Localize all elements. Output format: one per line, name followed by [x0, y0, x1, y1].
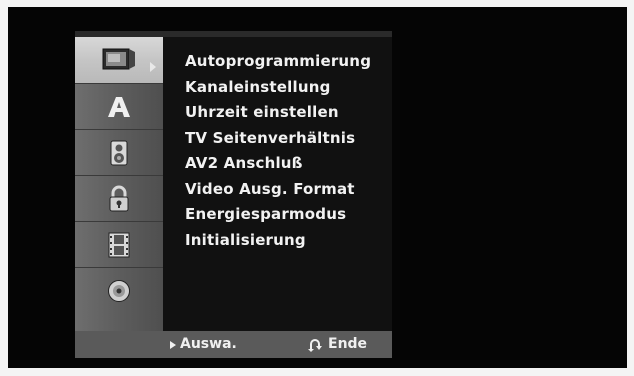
category-disc[interactable]: [75, 267, 163, 314]
menu-items: Autoprogrammierung Kanaleinstellung Uhrz…: [185, 49, 371, 253]
footer-hint-bar: Auswa. Ende: [75, 331, 392, 358]
category-sidebar: [75, 37, 163, 331]
category-general[interactable]: [75, 37, 163, 83]
menu-item-uhrzeit-einstellen[interactable]: Uhrzeit einstellen: [185, 100, 371, 126]
menu-item-kanaleinstellung[interactable]: Kanaleinstellung: [185, 75, 371, 101]
menu-item-av2-anschluss[interactable]: AV2 Anschluß: [185, 151, 371, 177]
menu-item-energiesparmodus[interactable]: Energiesparmodus: [185, 202, 371, 228]
return-icon: [307, 338, 325, 352]
monitor-icon: [102, 47, 136, 73]
menu-item-initialisierung[interactable]: Initialisierung: [185, 228, 371, 254]
end-hint: Ende: [307, 331, 367, 358]
menu-item-video-ausg-format[interactable]: Video Ausg. Format: [185, 177, 371, 203]
setup-menu: Autoprogrammierung Kanaleinstellung Uhrz…: [75, 31, 392, 331]
film-icon: [108, 232, 130, 258]
language-a-icon: [107, 95, 131, 119]
select-hint-label: Auswa.: [180, 336, 237, 352]
select-hint: Auswa.: [170, 331, 237, 358]
category-recording[interactable]: [75, 221, 163, 268]
category-audio[interactable]: [75, 129, 163, 176]
tv-screen: Autoprogrammierung Kanaleinstellung Uhrz…: [8, 7, 627, 368]
submenu-arrow-icon: [150, 62, 156, 72]
speaker-icon: [110, 140, 128, 166]
play-arrow-icon: [170, 340, 176, 349]
category-lock[interactable]: [75, 175, 163, 222]
disc-icon: [107, 279, 131, 303]
menu-item-tv-seitenverhaeltnis[interactable]: TV Seitenverhältnis: [185, 126, 371, 152]
menu-item-autoprogrammierung[interactable]: Autoprogrammierung: [185, 49, 371, 75]
end-hint-label: Ende: [328, 336, 368, 352]
lock-icon: [108, 185, 130, 213]
category-language[interactable]: [75, 83, 163, 130]
